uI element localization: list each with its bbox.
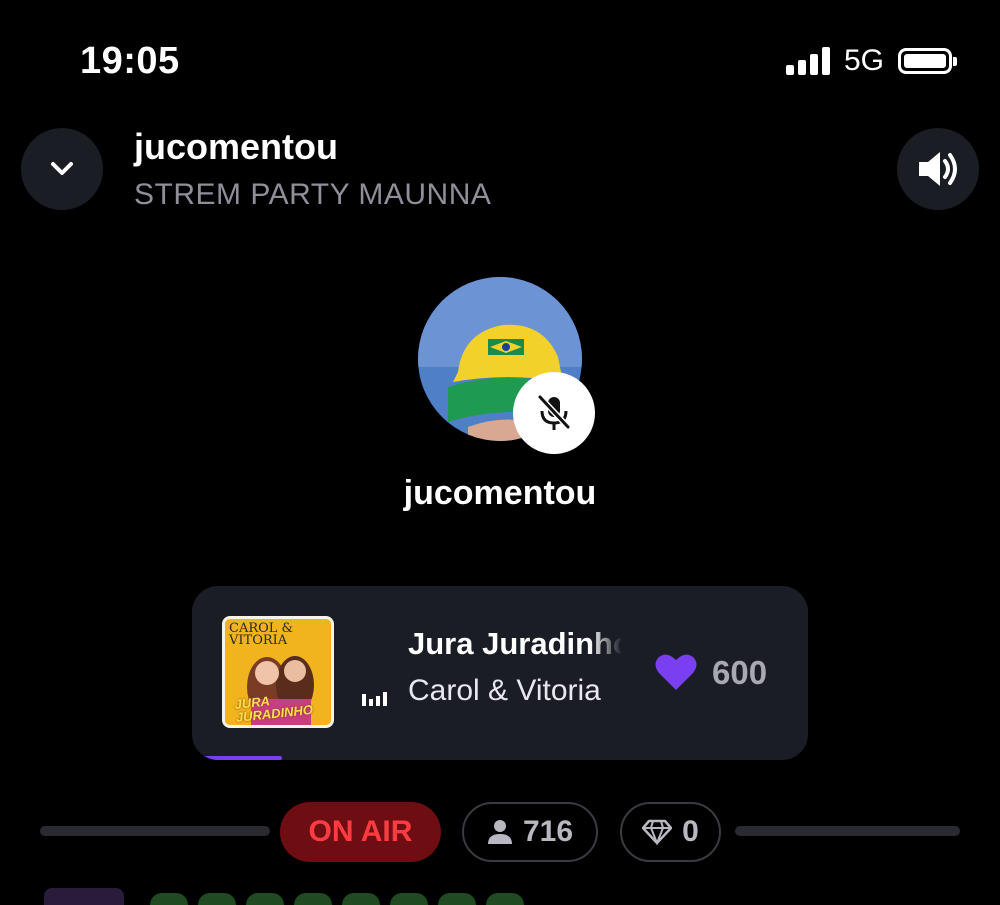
host-name: jucomentou bbox=[403, 474, 597, 512]
chat-avatar bbox=[44, 888, 124, 905]
divider-left bbox=[40, 826, 270, 836]
song-progress-fill bbox=[202, 756, 282, 760]
listeners-count-button[interactable]: 716 bbox=[462, 802, 598, 862]
room-name: STREM PARTY MAUNNA bbox=[134, 178, 492, 211]
network-type: 5G bbox=[843, 44, 884, 77]
chevron-down-icon bbox=[51, 162, 73, 175]
speaker-icon bbox=[919, 152, 957, 186]
song-artist: Carol & Vitoria bbox=[408, 674, 601, 707]
mic-off-icon bbox=[537, 394, 571, 430]
mic-muted-badge bbox=[513, 372, 595, 454]
signal-icon bbox=[785, 47, 830, 75]
gems-count: 0 bbox=[682, 815, 699, 848]
person-icon bbox=[487, 820, 512, 844]
album-text-top: CAROL & VITORIA bbox=[229, 621, 294, 648]
song-progress-bar bbox=[192, 756, 808, 760]
listeners-count: 716 bbox=[522, 815, 574, 848]
on-air-label: ON AIR bbox=[308, 815, 413, 848]
status-time: 19:05 bbox=[80, 40, 180, 82]
now-playing-card[interactable]: CAROL & VITORIA JURA JURADINHO Jura Jura… bbox=[192, 586, 808, 760]
battery-icon bbox=[898, 48, 957, 74]
stream-party-screen: 19:05 5G jucomentou STREM PARTY MAUNNA j… bbox=[0, 0, 1000, 905]
divider-right bbox=[735, 826, 960, 836]
heart-icon[interactable] bbox=[654, 652, 698, 692]
album-art: CAROL & VITORIA JURA JURADINHO bbox=[222, 616, 334, 728]
chat-message-preview bbox=[150, 893, 524, 905]
equalizer-icon bbox=[362, 692, 387, 706]
gems-count-button[interactable]: 0 bbox=[620, 802, 721, 862]
status-indicators: 5G bbox=[785, 44, 957, 78]
like-count: 600 bbox=[712, 654, 768, 691]
diamond-icon bbox=[642, 819, 673, 845]
song-title: Jura Juradinho bbox=[408, 626, 622, 661]
collapse-button[interactable] bbox=[21, 128, 103, 210]
on-air-badge: ON AIR bbox=[280, 802, 441, 862]
volume-button[interactable] bbox=[897, 128, 979, 210]
room-host-title: jucomentou bbox=[134, 126, 338, 167]
